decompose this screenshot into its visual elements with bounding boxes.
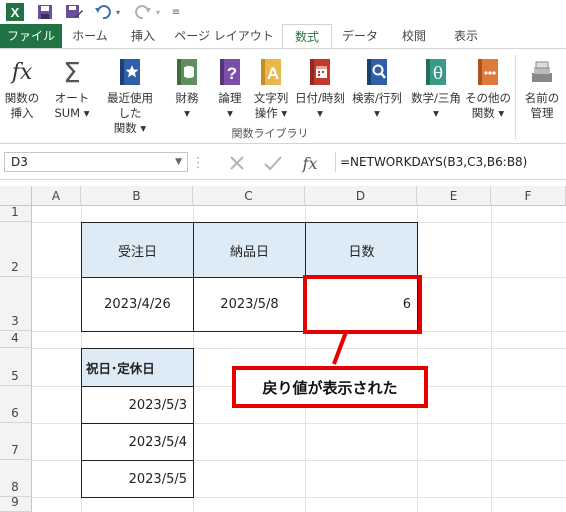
cell-c3-delivery-date[interactable]: 2023/5/8 (193, 277, 306, 332)
recently-used-label: 最近使用した 関数 ▾ (107, 91, 153, 135)
logic-icon: ? (216, 57, 244, 87)
finance-icon (173, 57, 201, 87)
svg-text:?: ? (227, 64, 237, 83)
more-functions-label: その他の 関数 ▾ (465, 91, 511, 120)
row-header-6[interactable]: 6 (0, 386, 32, 423)
cell-b7-holiday[interactable]: 2023/5/4 (81, 423, 194, 461)
formula-bar: D3 ▼ ⋮ fx =NETWORKDAYS(B3,C3,B6:B8) (0, 144, 566, 180)
insert-function-label: 関数の 挿入 (4, 91, 40, 120)
tab-formulas[interactable]: 数式 (282, 24, 332, 49)
function-library-group-label: 関数ライブラリ (231, 127, 309, 140)
tab-page-layout[interactable]: ページ レイアウト (168, 24, 280, 48)
svg-text:A: A (267, 64, 279, 83)
autosum-button[interactable]: Σ オート SUM ▾ (50, 53, 94, 123)
worksheet-grid: A B C D E F 1 2 3 4 5 6 7 8 9 受注日 納品日 日数… (0, 180, 566, 512)
name-box[interactable]: D3 ▼ (4, 152, 188, 172)
name-manager-icon (528, 57, 556, 87)
recently-used-button[interactable]: 最近使用した 関数 ▾ (107, 53, 153, 135)
cell-c2-header-delivery-date[interactable]: 納品日 (193, 222, 306, 278)
select-all-corner[interactable] (0, 186, 32, 206)
quick-access-toolbar: X ▾ ▾ ≡ (0, 0, 566, 24)
cell-b5-holiday-header[interactable]: 祝日･定休日 (81, 348, 194, 387)
enter-check-icon[interactable] (262, 154, 284, 172)
callout-note: 戻り値が表示された (232, 366, 428, 408)
row-header-4[interactable]: 4 (0, 331, 32, 348)
column-header-d[interactable]: D (305, 186, 417, 206)
insert-function-fx-icon[interactable]: fx (298, 154, 322, 173)
column-header-c[interactable]: C (193, 186, 305, 206)
cell-b3-order-date[interactable]: 2023/4/26 (81, 277, 194, 332)
cell-b8-holiday[interactable]: 2023/5/5 (81, 460, 194, 498)
text-label: 文字列 操作 ▾ (253, 91, 289, 120)
date-time-button[interactable]: 日付/時刻 ▾ (295, 53, 345, 123)
cell-b6-holiday[interactable]: 2023/5/3 (81, 386, 194, 424)
name-box-value: D3 (11, 155, 28, 169)
gridline (491, 206, 492, 512)
row-header-7[interactable]: 7 (0, 423, 32, 460)
math-icon: θ (422, 57, 450, 87)
more-functions-button[interactable]: その他の 関数 ▾ (465, 53, 511, 123)
column-header-b[interactable]: B (81, 186, 193, 206)
more-functions-icon (474, 57, 502, 87)
excel-window: X ▾ ▾ ≡ ファイル ホーム 挿入 ページ レイアウト 数式 データ 校閲 … (0, 0, 566, 512)
highlight-box (303, 275, 422, 334)
row-header-1[interactable]: 1 (0, 205, 32, 222)
ribbon-formulas: fx 関数の 挿入 Σ オート SUM ▾ 最近使用した 関数 ▾ 財務 ▾ ? (0, 48, 566, 144)
name-box-dropdown-icon[interactable]: ▼ (175, 153, 182, 171)
tab-file[interactable]: ファイル (0, 24, 62, 48)
insert-function-button[interactable]: fx 関数の 挿入 (0, 53, 44, 123)
row-header-9[interactable]: 9 (0, 495, 32, 512)
excel-icon[interactable]: X (6, 3, 24, 21)
customize-qat-icon[interactable]: ≡ (170, 3, 182, 21)
sigma-icon: Σ (63, 55, 81, 89)
text-icon: A (257, 57, 285, 87)
name-manager-button[interactable]: 名前の 管理 (520, 53, 564, 123)
save-as-icon[interactable] (64, 3, 84, 21)
column-header-a[interactable]: A (32, 186, 81, 206)
redo-icon[interactable] (134, 3, 152, 21)
math-trig-button[interactable]: θ 数学/三角 ▾ (411, 53, 461, 123)
date-time-label: 日付/時刻 ▾ (295, 91, 345, 120)
column-header-f[interactable]: F (491, 186, 566, 206)
star-book-icon (116, 57, 144, 87)
row-header-8[interactable]: 8 (0, 460, 32, 497)
column-header-e[interactable]: E (417, 186, 491, 206)
name-manager-label: 名前の 管理 (524, 91, 560, 120)
ribbon-tabs: ファイル ホーム 挿入 ページ レイアウト 数式 データ 校閲 表示 (0, 24, 566, 49)
formula-input[interactable]: =NETWORKDAYS(B3,C3,B6:B8) (335, 152, 566, 172)
svg-text:X: X (11, 5, 20, 20)
tab-home[interactable]: ホーム (62, 24, 118, 48)
redo-dropdown-icon[interactable]: ▾ (153, 3, 163, 21)
tab-review[interactable]: 校閲 (388, 24, 440, 48)
row-header-5[interactable]: 5 (0, 348, 32, 386)
undo-dropdown-icon[interactable]: ▾ (113, 3, 123, 21)
tab-data[interactable]: データ (332, 24, 388, 48)
lookup-label: 検索/行列 ▾ (352, 91, 402, 120)
function-icon: fx (11, 59, 33, 85)
formula-bar-grip-icon: ⋮ (191, 155, 205, 171)
lookup-icon (363, 57, 391, 87)
row-header-3[interactable]: 3 (0, 277, 32, 331)
cancel-icon[interactable] (226, 154, 248, 172)
calendar-icon (306, 57, 334, 87)
cell-b2-header-order-date[interactable]: 受注日 (81, 222, 194, 278)
tab-view[interactable]: 表示 (440, 24, 492, 48)
lookup-button[interactable]: 検索/行列 ▾ (352, 53, 402, 123)
svg-text:θ: θ (433, 64, 443, 84)
cell-d2-header-days[interactable]: 日数 (305, 222, 418, 278)
math-trig-label: 数学/三角 ▾ (411, 91, 461, 120)
save-icon[interactable] (36, 3, 54, 21)
tab-insert[interactable]: 挿入 (118, 24, 168, 48)
autosum-label: オート SUM ▾ (54, 91, 90, 120)
row-header-2[interactable]: 2 (0, 222, 32, 277)
text-button[interactable]: A 文字列 操作 ▾ (249, 53, 293, 123)
undo-icon[interactable] (94, 3, 112, 21)
